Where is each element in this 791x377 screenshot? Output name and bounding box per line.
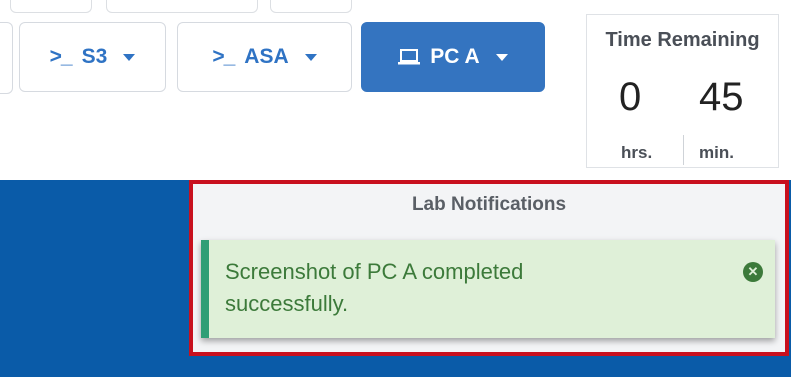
timer-hours-unit: hrs. bbox=[621, 143, 653, 162]
terminal-icon: >_ bbox=[49, 45, 73, 68]
chevron-down-icon bbox=[304, 53, 317, 61]
chevron-down-icon bbox=[495, 53, 508, 61]
lab-notifications-panel: Lab Notifications Screenshot of PC A com… bbox=[189, 180, 789, 356]
notifications-title: Lab Notifications bbox=[411, 194, 567, 215]
device-toolbar: >_ S3 >_ ASA PC A Time Remaining 0 45 hr… bbox=[0, 0, 791, 180]
device-label: S3 bbox=[81, 45, 108, 68]
laptop-icon bbox=[398, 48, 421, 66]
timer-minutes-unit: min. bbox=[699, 143, 734, 162]
device-button-asa[interactable]: >_ ASA bbox=[177, 22, 352, 92]
time-remaining-widget: Time Remaining 0 45 hrs. min. bbox=[586, 14, 779, 168]
chevron-down-icon bbox=[123, 53, 136, 61]
tab-stub[interactable] bbox=[270, 0, 352, 13]
timer-divider bbox=[683, 135, 684, 165]
tab-stub[interactable] bbox=[10, 0, 92, 13]
device-button-partial[interactable] bbox=[0, 22, 13, 94]
close-icon[interactable]: ✕ bbox=[743, 262, 763, 282]
notification-message: Screenshot of PC A completed successfull… bbox=[225, 259, 524, 316]
device-button-pc-a[interactable]: PC A bbox=[361, 22, 545, 92]
notification-success: Screenshot of PC A completed successfull… bbox=[201, 240, 775, 338]
timer-hours: 0 bbox=[619, 75, 642, 119]
device-label: ASA bbox=[244, 45, 289, 68]
timer-minutes: 45 bbox=[699, 75, 744, 119]
tab-stub[interactable] bbox=[106, 0, 258, 13]
device-button-s3[interactable]: >_ S3 bbox=[19, 22, 166, 92]
timer-title: Time Remaining bbox=[605, 29, 760, 51]
device-label: PC A bbox=[430, 45, 480, 68]
terminal-icon: >_ bbox=[212, 45, 235, 68]
